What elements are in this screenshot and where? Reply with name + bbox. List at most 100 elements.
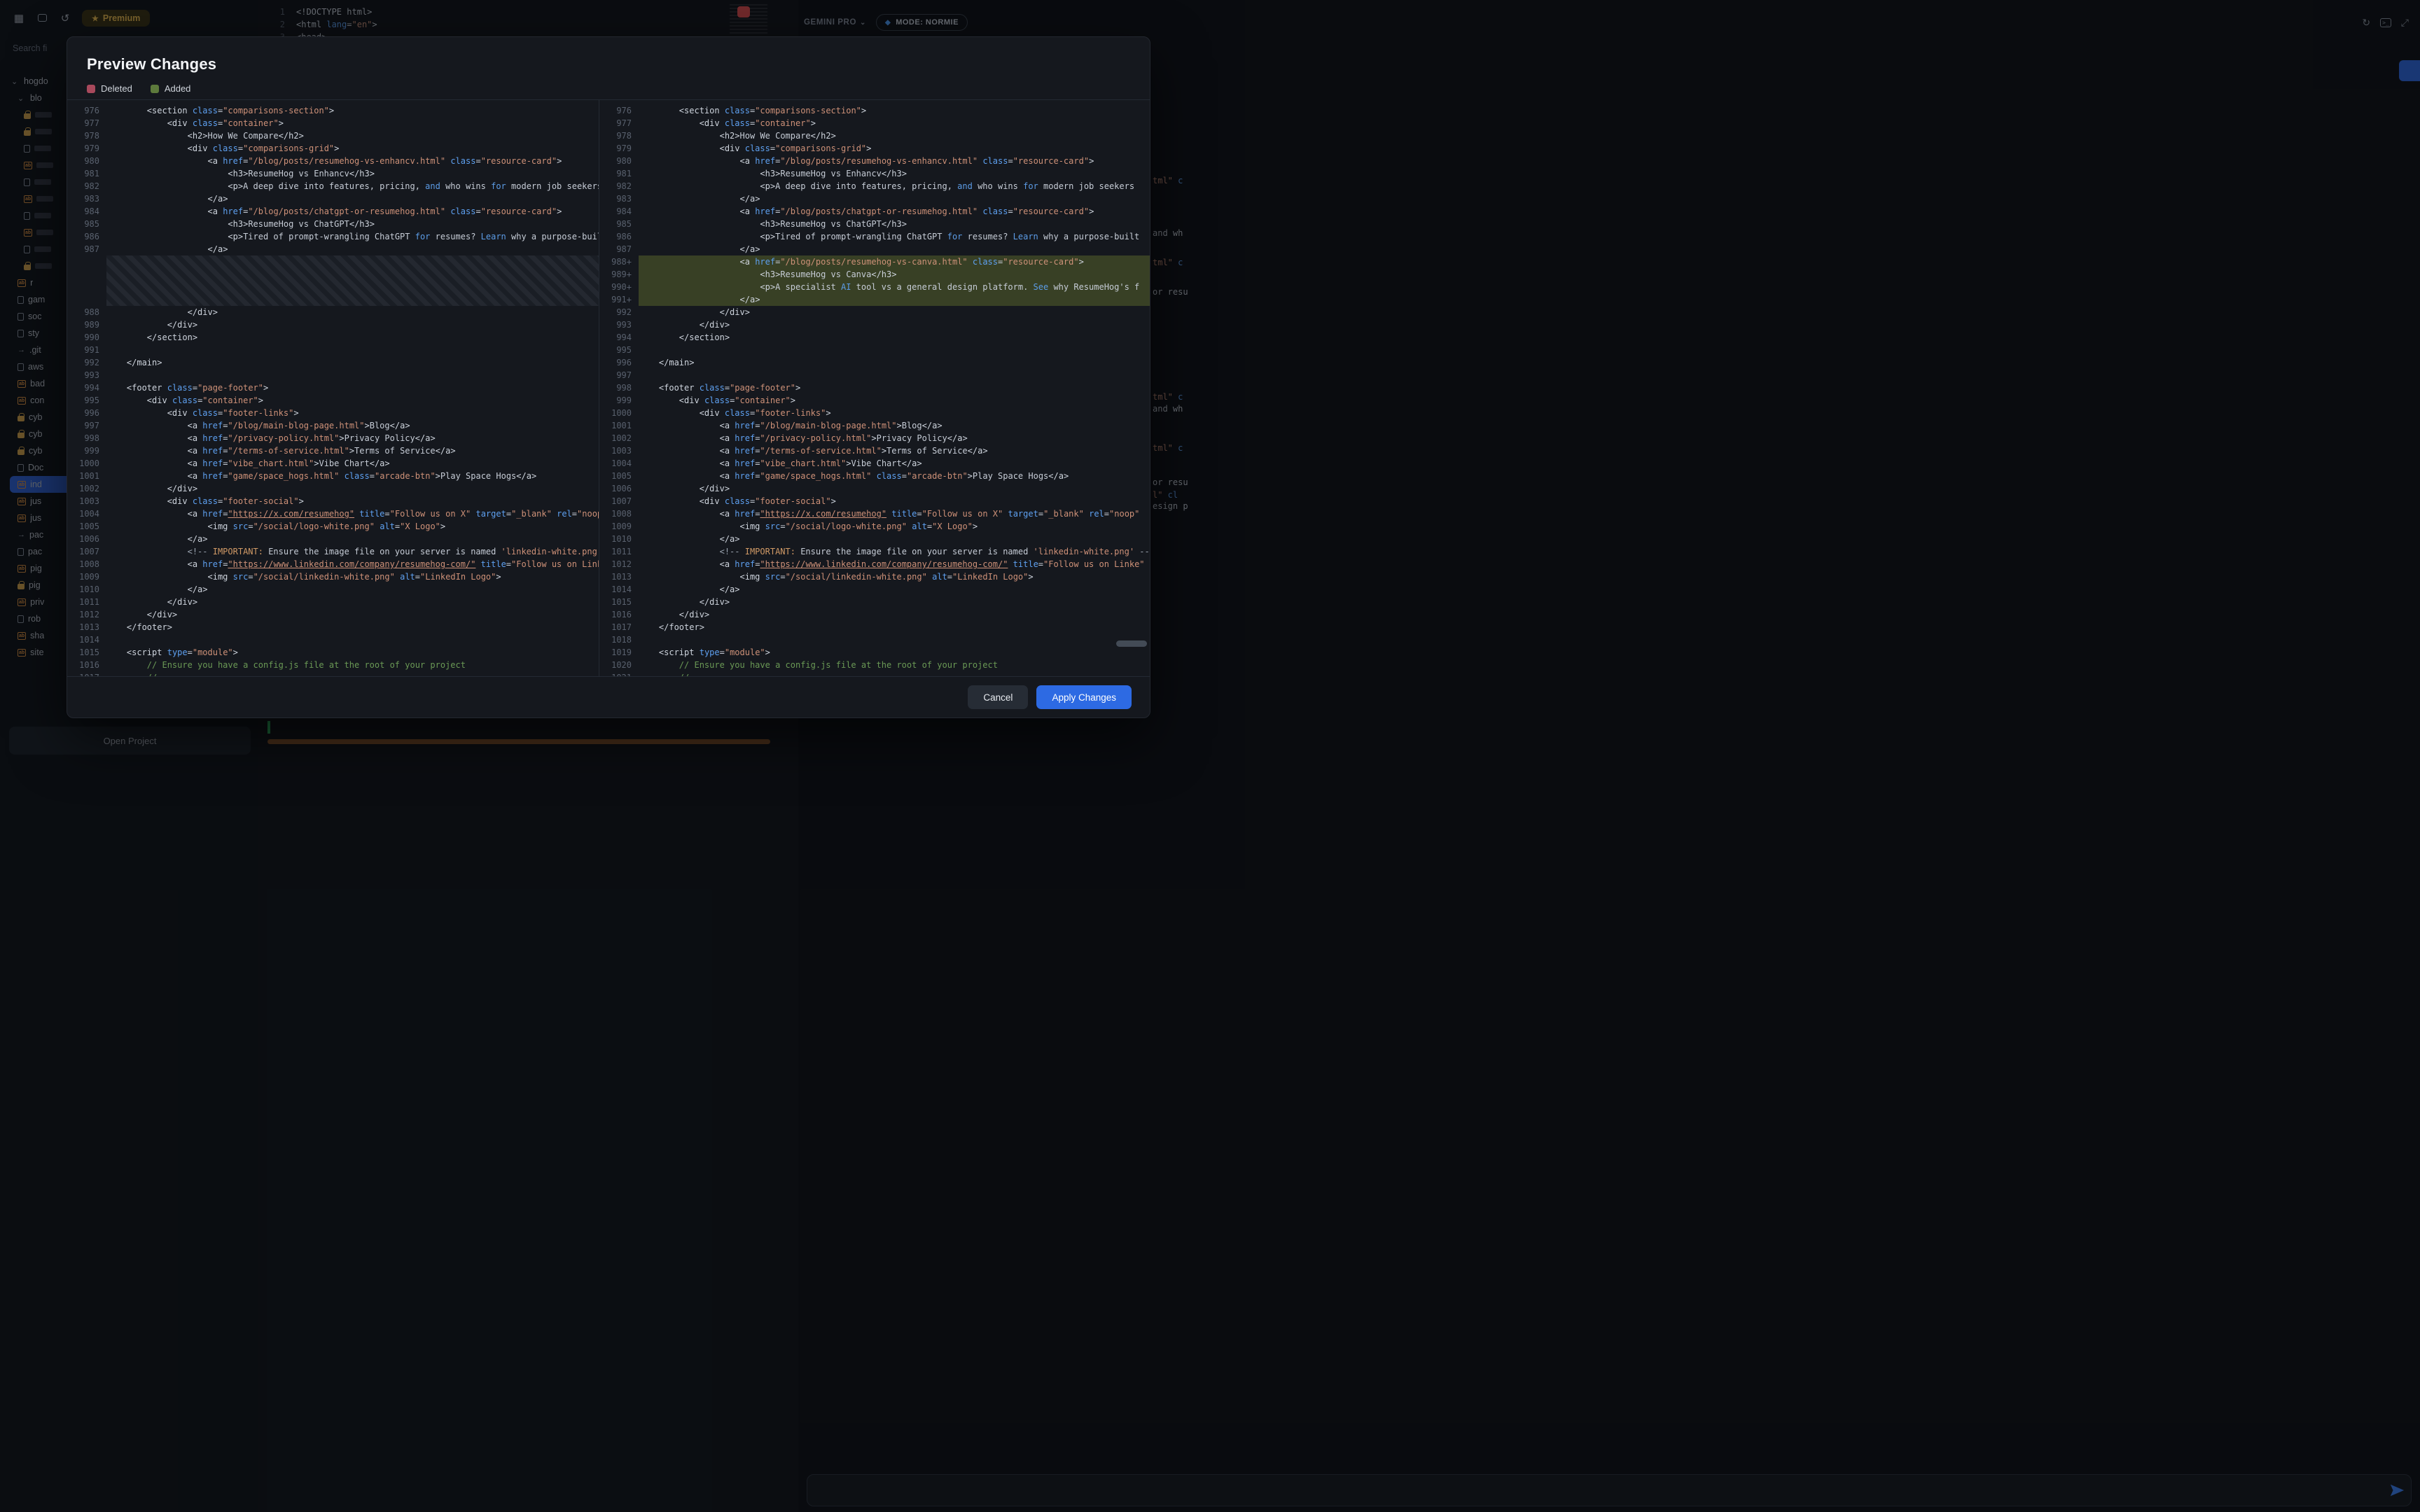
- diff-line: 988+ <a href="/blog/posts/resumehog-vs-c…: [602, 255, 1150, 268]
- diff-line: 994 <footer class="page-footer">: [70, 382, 599, 394]
- diff-line: 1010 </a>: [602, 533, 1150, 545]
- diff-line: 996 </main>: [602, 356, 1150, 369]
- modal-title: Preview Changes: [67, 37, 1150, 74]
- diff-line: 1013 </footer>: [70, 621, 599, 634]
- diff-pane-modified: 976 <section class="comparisons-section"…: [599, 100, 1150, 676]
- diff-line: 992 </main>: [70, 356, 599, 369]
- diff-line: 1017 // ...: [70, 671, 599, 676]
- diff-line: 1021 // ...: [602, 671, 1150, 676]
- diff-line: 1018: [602, 634, 1150, 646]
- diff-line: 1001 <a href="/blog/main-blog-page.html"…: [602, 419, 1150, 432]
- diff-scrollbar-thumb[interactable]: [1116, 640, 1147, 647]
- diff-line: 982 <p>A deep dive into features, pricin…: [70, 180, 599, 192]
- diff-line: 998 <a href="/privacy-policy.html">Priva…: [70, 432, 599, 444]
- diff-line: 1005 <a href="game/space_hogs.html" clas…: [602, 470, 1150, 482]
- diff-line: 1015 </div>: [602, 596, 1150, 608]
- diff-line: 986 <p>Tired of prompt-wrangling ChatGPT…: [602, 230, 1150, 243]
- diff-line: 981 <h3>ResumeHog vs Enhancv</h3>: [602, 167, 1150, 180]
- diff-line: 985 <h3>ResumeHog vs ChatGPT</h3>: [70, 218, 599, 230]
- diff-line: 985 <h3>ResumeHog vs ChatGPT</h3>: [602, 218, 1150, 230]
- diff-line: 1015 <script type="module">: [70, 646, 599, 659]
- diff-line: 1002 </div>: [70, 482, 599, 495]
- diff-line: 1000 <div class="footer-links">: [602, 407, 1150, 419]
- diff-line: 1001 <a href="game/space_hogs.html" clas…: [70, 470, 599, 482]
- diff-pane-original: 976 <section class="comparisons-section"…: [67, 100, 599, 676]
- diff-line: 1016 </div>: [602, 608, 1150, 621]
- diff-line: 1020 // Ensure you have a config.js file…: [602, 659, 1150, 671]
- diff-line: 1017 </footer>: [602, 621, 1150, 634]
- diff-line: 991+ </a>: [602, 293, 1150, 306]
- modal-footer: Cancel Apply Changes: [67, 677, 1150, 718]
- diff-line: 976 <section class="comparisons-section"…: [70, 104, 599, 117]
- diff-line: 1004 <a href="https://x.com/resumehog" t…: [70, 507, 599, 520]
- diff-line: 992 </div>: [602, 306, 1150, 318]
- diff-line: 1019 <script type="module">: [602, 646, 1150, 659]
- diff-line: 1007 <div class="footer-social">: [602, 495, 1150, 507]
- diff-line: 991: [70, 344, 599, 356]
- diff-line: 990 </section>: [70, 331, 599, 344]
- diff-line: 1008 <a href="https://www.linkedin.com/c…: [70, 558, 599, 570]
- diff-line: 1011 <!-- IMPORTANT: Ensure the image fi…: [602, 545, 1150, 558]
- diff-line: 1012 <a href="https://www.linkedin.com/c…: [602, 558, 1150, 570]
- diff-line: 978 <h2>How We Compare</h2>: [602, 130, 1150, 142]
- preview-changes-modal: Preview Changes Deleted Added 976 <secti…: [67, 36, 1150, 718]
- diff-line: 998 <footer class="page-footer">: [602, 382, 1150, 394]
- cancel-button[interactable]: Cancel: [968, 685, 1028, 709]
- diff-line: 987 </a>: [70, 243, 599, 255]
- diff-line: 1006 </a>: [70, 533, 599, 545]
- diff-line: 1003 <div class="footer-social">: [70, 495, 599, 507]
- diff-line: 988 </div>: [70, 306, 599, 318]
- diff-line: 997: [602, 369, 1150, 382]
- diff-line: 1013 <img src="/social/linkedin-white.pn…: [602, 570, 1150, 583]
- diff-line: 1009 <img src="/social/linkedin-white.pn…: [70, 570, 599, 583]
- diff-legend: Deleted Added: [67, 74, 1150, 94]
- diff-line: 1009 <img src="/social/logo-white.png" a…: [602, 520, 1150, 533]
- deleted-label: Deleted: [101, 83, 132, 94]
- diff-line: 980 <a href="/blog/posts/resumehog-vs-en…: [70, 155, 599, 167]
- diff-line: 984 <a href="/blog/posts/chatgpt-or-resu…: [70, 205, 599, 218]
- diff-line: 987 </a>: [602, 243, 1150, 255]
- diff-line: 979 <div class="comparisons-grid">: [70, 142, 599, 155]
- diff-line: 1010 </a>: [70, 583, 599, 596]
- diff-line: 989 </div>: [70, 318, 599, 331]
- diff-line: 999 <a href="/terms-of-service.html">Ter…: [70, 444, 599, 457]
- diff-line: 983 </a>: [602, 192, 1150, 205]
- diff-line: 977 <div class="container">: [70, 117, 599, 130]
- diff-line: 993 </div>: [602, 318, 1150, 331]
- apply-changes-button[interactable]: Apply Changes: [1036, 685, 1132, 709]
- diff-line: 995 <div class="container">: [70, 394, 599, 407]
- diff-line: 1004 <a href="vibe_chart.html">Vibe Char…: [602, 457, 1150, 470]
- diff-line: 1007 <!-- IMPORTANT: Ensure the image fi…: [70, 545, 599, 558]
- diff-line: 1014 </a>: [602, 583, 1150, 596]
- diff-line: 993: [70, 369, 599, 382]
- diff-line: 1014: [70, 634, 599, 646]
- diff-line: 990+ <p>A specialist AI tool vs a genera…: [602, 281, 1150, 293]
- diff-line: 1000 <a href="vibe_chart.html">Vibe Char…: [70, 457, 599, 470]
- diff-line: 999 <div class="container">: [602, 394, 1150, 407]
- diff-line: 995: [602, 344, 1150, 356]
- diff-view: 976 <section class="comparisons-section"…: [67, 99, 1150, 677]
- diff-line: 979 <div class="comparisons-grid">: [602, 142, 1150, 155]
- diff-line: 977 <div class="container">: [602, 117, 1150, 130]
- diff-gap-hatch: [106, 255, 599, 306]
- diff-line: 976 <section class="comparisons-section"…: [602, 104, 1150, 117]
- added-swatch: [151, 85, 159, 93]
- diff-line: 1006 </div>: [602, 482, 1150, 495]
- added-label: Added: [165, 83, 191, 94]
- diff-line: 1012 </div>: [70, 608, 599, 621]
- diff-line: 1016 // Ensure you have a config.js file…: [70, 659, 599, 671]
- deleted-swatch: [87, 85, 95, 93]
- diff-line: 996 <div class="footer-links">: [70, 407, 599, 419]
- diff-line: 983 </a>: [70, 192, 599, 205]
- diff-line: 981 <h3>ResumeHog vs Enhancv</h3>: [70, 167, 599, 180]
- diff-line: 997 <a href="/blog/main-blog-page.html">…: [70, 419, 599, 432]
- diff-line: 986 <p>Tired of prompt-wrangling ChatGPT…: [70, 230, 599, 243]
- diff-line: 1002 <a href="/privacy-policy.html">Priv…: [602, 432, 1150, 444]
- diff-line: 1008 <a href="https://x.com/resumehog" t…: [602, 507, 1150, 520]
- diff-line: 978 <h2>How We Compare</h2>: [70, 130, 599, 142]
- diff-line: 984 <a href="/blog/posts/chatgpt-or-resu…: [602, 205, 1150, 218]
- diff-line: 982 <p>A deep dive into features, pricin…: [602, 180, 1150, 192]
- diff-line: 1011 </div>: [70, 596, 599, 608]
- diff-line: 1005 <img src="/social/logo-white.png" a…: [70, 520, 599, 533]
- diff-line: 994 </section>: [602, 331, 1150, 344]
